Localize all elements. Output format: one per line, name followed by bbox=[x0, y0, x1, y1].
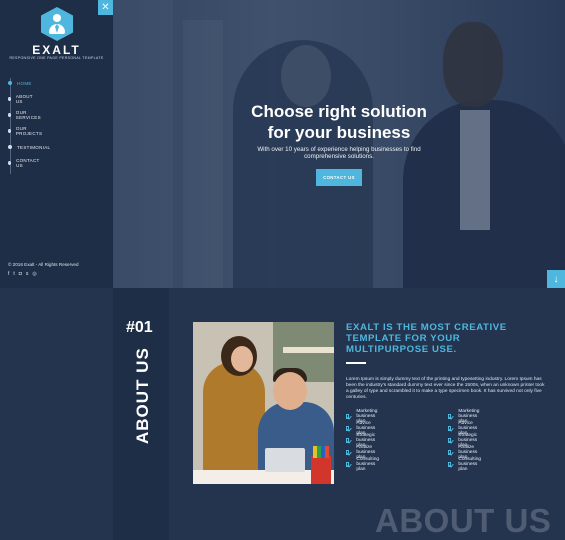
nav-item-contact-us[interactable]: CONTACT US bbox=[8, 158, 40, 168]
twitter-icon[interactable]: t bbox=[13, 272, 14, 277]
feature-item: Strategic business plan bbox=[346, 433, 377, 448]
feature-item: Analize business plan bbox=[448, 445, 479, 460]
feature-item: Marketing business plan bbox=[346, 409, 379, 424]
close-icon: ✕ bbox=[101, 1, 110, 13]
check-icon bbox=[346, 413, 350, 419]
nav-dot bbox=[8, 97, 11, 101]
nav-item-label: CONTACT US bbox=[16, 158, 40, 168]
nav-dot bbox=[8, 129, 11, 133]
close-button[interactable]: ✕ bbox=[98, 0, 113, 15]
copyright-text: © 2016 Exalt - All Rights Reserved bbox=[8, 262, 79, 267]
nav-item-our-projects[interactable]: OUR PROJECTS bbox=[8, 126, 43, 136]
about-image bbox=[193, 322, 334, 484]
feature-item: Advice business plan bbox=[448, 421, 479, 436]
section-number: #01 bbox=[126, 319, 153, 336]
check-icon bbox=[448, 461, 452, 467]
hero-banner bbox=[113, 0, 565, 288]
sidebar: EXALT RESPONSIVE ONE PAGE PERSONAL TEMPL… bbox=[0, 0, 114, 288]
feature-item: Advice business plan bbox=[346, 421, 377, 436]
hero-title: Choose right solution for your business bbox=[251, 102, 427, 142]
feature-item: Consulting business plan bbox=[448, 457, 483, 472]
nav-dot bbox=[8, 81, 12, 85]
check-icon bbox=[346, 461, 350, 467]
about-description: Lorem Ipsum is simply dummy text of the … bbox=[346, 377, 545, 400]
check-icon bbox=[448, 437, 452, 443]
nav-item-our-services[interactable]: OUR SERVICES bbox=[8, 110, 42, 120]
check-icon bbox=[448, 449, 452, 455]
check-icon bbox=[448, 425, 452, 431]
nav-item-label: OUR SERVICES bbox=[15, 110, 41, 120]
nav-item-home[interactable]: HOME bbox=[8, 78, 32, 88]
feature-item: Analize business plan bbox=[346, 445, 377, 460]
nav-item-testimonial[interactable]: TESTIMONIAL bbox=[8, 142, 50, 152]
check-icon bbox=[346, 425, 350, 431]
check-icon bbox=[346, 437, 350, 443]
brand-tagline: RESPONSIVE ONE PAGE PERSONAL TEMPLATE bbox=[9, 56, 104, 60]
facebook-icon[interactable]: f bbox=[8, 272, 9, 277]
check-icon bbox=[448, 413, 452, 419]
arrow-down-icon: ↓ bbox=[553, 273, 559, 285]
feature-item: Consulting business plan bbox=[346, 457, 381, 472]
scroll-down-button[interactable]: ↓ bbox=[547, 270, 565, 288]
section-vertical-title: ABOUT US bbox=[133, 347, 152, 444]
dribbble-icon[interactable]: ◎ bbox=[32, 272, 36, 277]
about-headline: EXALT IS THE MOST CREATIVE TEMPLATE FOR … bbox=[346, 322, 507, 355]
section-watermark: ABOUT US bbox=[375, 502, 552, 539]
nav-item-label: TESTIMONIAL bbox=[17, 144, 51, 150]
contact-us-button[interactable]: CONTACT US bbox=[316, 169, 362, 186]
social-links: f t ◘ s ◎ bbox=[8, 272, 37, 277]
hero-subtitle: With over 10 years of experience helping… bbox=[257, 146, 421, 160]
logo-icon[interactable] bbox=[41, 7, 73, 41]
divider bbox=[346, 362, 366, 364]
feature-item: Strategic business plan bbox=[448, 433, 479, 448]
nav-dot bbox=[8, 113, 11, 117]
check-icon bbox=[346, 449, 350, 455]
instagram-icon[interactable]: ◘ bbox=[19, 272, 22, 277]
nav-item-label: HOME bbox=[17, 80, 32, 86]
nav-item-about-us[interactable]: ABOUT US bbox=[8, 94, 34, 104]
nav-item-label: ABOUT US bbox=[15, 94, 33, 104]
nav-dot bbox=[8, 161, 12, 165]
brand-name: EXALT bbox=[32, 43, 81, 57]
nav-item-label: OUR PROJECTS bbox=[15, 126, 43, 136]
nav-dot bbox=[8, 145, 12, 149]
feature-item: Marketing business plan bbox=[448, 409, 481, 424]
skype-icon[interactable]: s bbox=[26, 272, 29, 277]
